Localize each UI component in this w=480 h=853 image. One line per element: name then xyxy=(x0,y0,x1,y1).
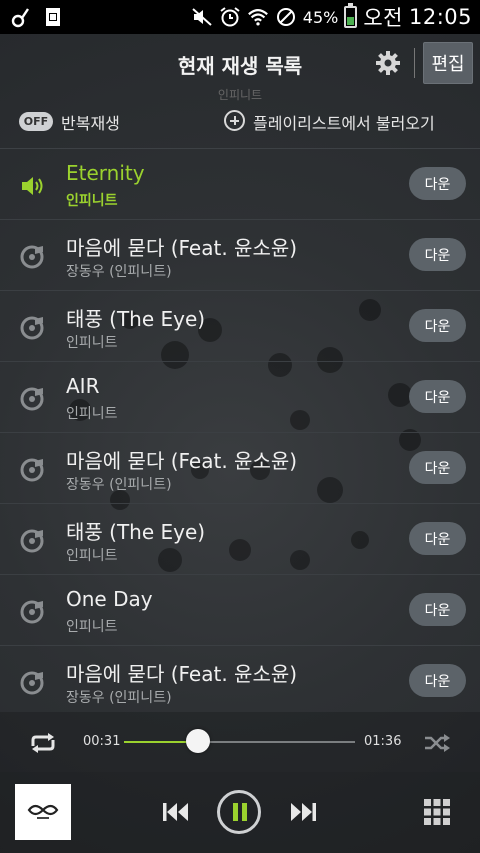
progress-bar-area: 00:31 01:36 xyxy=(0,712,480,772)
grid-menu-icon[interactable] xyxy=(424,799,450,825)
music-disc-icon xyxy=(20,529,44,553)
battery-percent: 45% xyxy=(302,7,339,27)
track-title: 마음에 묻다 (Feat. 윤소윤) xyxy=(66,662,298,686)
download-button[interactable]: 다운 xyxy=(409,451,466,484)
divider xyxy=(414,48,415,78)
track-list: Eternity 인피니트 다운 마음에 묻다 (Feat. 윤소윤) 장동우 … xyxy=(0,149,480,716)
album-art[interactable] xyxy=(15,784,71,840)
repeat-icon[interactable] xyxy=(27,732,59,754)
track-row[interactable]: 마음에 묻다 (Feat. 윤소윤) 장동우 (인피니트) 다운 xyxy=(0,220,480,291)
track-artist: 인피니트 xyxy=(66,619,118,635)
track-artist: 인피니트 xyxy=(66,193,118,209)
pause-button[interactable] xyxy=(217,790,261,834)
repeat-label[interactable]: 반복재생 xyxy=(61,110,120,134)
track-title: 태풍 (The Eye) xyxy=(66,520,206,544)
track-row[interactable]: Eternity 인피니트 다운 xyxy=(0,149,480,220)
track-row[interactable]: AIR 인피니트 다운 xyxy=(0,362,480,433)
wifi-icon xyxy=(247,6,269,28)
music-disc-icon xyxy=(20,387,44,411)
title-bar: 현재 재생 목록 편집 xyxy=(0,34,480,92)
track-artist: 장동우 (인피니트) xyxy=(66,264,172,280)
pause-icon xyxy=(233,803,238,821)
track-title: 태풍 (The Eye) xyxy=(66,307,206,331)
alarm-icon xyxy=(219,6,241,28)
current-time: 00:31 xyxy=(83,734,121,749)
add-circle-icon[interactable] xyxy=(224,110,245,131)
options-row: OFF 반복재생 플레이리스트에서 불러오기 xyxy=(0,100,480,148)
music-disc-icon xyxy=(20,671,44,695)
music-disc-icon xyxy=(20,458,44,482)
settings-gear-icon[interactable] xyxy=(375,50,401,76)
pause-icon xyxy=(242,803,247,821)
music-disc-icon xyxy=(20,245,44,269)
mute-icon xyxy=(191,6,213,28)
track-row[interactable]: 마음에 묻다 (Feat. 윤소윤) 장동우 (인피니트) 다운 xyxy=(0,433,480,504)
track-row[interactable]: 마음에 묻다 (Feat. 윤소윤) 장동우 (인피니트) 다운 xyxy=(0,646,480,716)
load-from-playlist-button[interactable]: 플레이리스트에서 불러오기 xyxy=(253,110,435,134)
download-button[interactable]: 다운 xyxy=(409,593,466,626)
track-artist: 장동우 (인피니트) xyxy=(66,690,172,706)
seek-bar[interactable] xyxy=(124,741,355,743)
shuffle-icon[interactable] xyxy=(423,733,451,753)
download-button[interactable]: 다운 xyxy=(409,238,466,271)
track-title: One Day xyxy=(66,587,153,611)
status-bar: 45% 오전 12:05 xyxy=(0,0,480,34)
next-track-icon[interactable] xyxy=(288,800,318,824)
music-disc-icon xyxy=(20,600,44,624)
track-row[interactable]: One Day 인피니트 다운 xyxy=(0,575,480,646)
download-button[interactable]: 다운 xyxy=(409,380,466,413)
music-note-icon xyxy=(10,6,32,28)
download-button[interactable]: 다운 xyxy=(409,664,466,697)
page-title: 현재 재생 목록 xyxy=(177,54,303,78)
clock-ampm: 오전 xyxy=(363,6,403,30)
battery-icon xyxy=(344,3,358,28)
track-artist: 인피니트 xyxy=(66,548,118,564)
sd-card-icon xyxy=(42,6,64,28)
clock-time: 12:05 xyxy=(408,5,472,29)
previous-track-icon[interactable] xyxy=(161,800,191,824)
track-row[interactable]: 태풍 (The Eye) 인피니트 다운 xyxy=(0,291,480,362)
track-artist: 인피니트 xyxy=(66,406,118,422)
total-time: 01:36 xyxy=(364,734,402,749)
track-artist: 장동우 (인피니트) xyxy=(66,477,172,493)
track-title: 마음에 묻다 (Feat. 윤소윤) xyxy=(66,236,298,260)
repeat-toggle[interactable]: OFF xyxy=(19,112,53,131)
track-title: AIR xyxy=(66,374,100,398)
track-row[interactable]: 태풍 (The Eye) 인피니트 다운 xyxy=(0,504,480,575)
download-button[interactable]: 다운 xyxy=(409,167,466,200)
download-button[interactable]: 다운 xyxy=(409,522,466,555)
edit-button[interactable]: 편집 xyxy=(423,42,473,84)
no-sim-icon xyxy=(275,6,297,28)
track-title: Eternity xyxy=(66,161,145,185)
music-disc-icon xyxy=(20,316,44,340)
seek-handle[interactable] xyxy=(185,729,210,753)
track-title: 마음에 묻다 (Feat. 윤소윤) xyxy=(66,449,298,473)
player-controls xyxy=(0,772,480,853)
now-playing-speaker-icon xyxy=(22,177,43,195)
download-button[interactable]: 다운 xyxy=(409,309,466,342)
track-artist: 인피니트 xyxy=(66,335,118,351)
